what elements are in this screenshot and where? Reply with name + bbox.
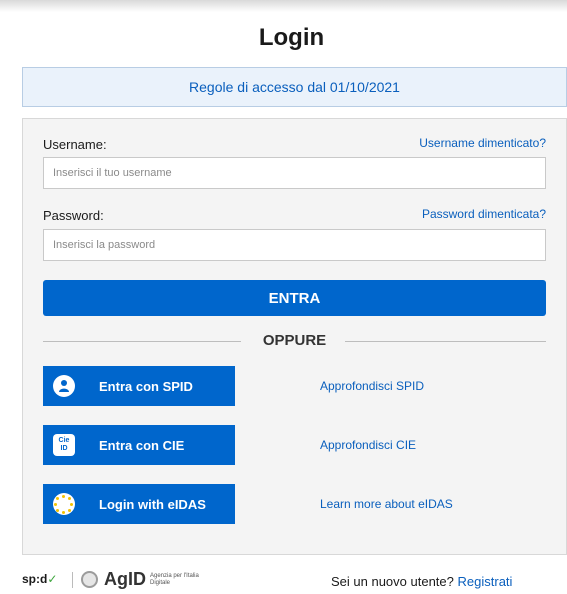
username-input[interactable] bbox=[43, 157, 546, 189]
spid-info-link[interactable]: Approfondisci SPID bbox=[320, 379, 424, 393]
spid-login-label: Entra con SPID bbox=[99, 378, 193, 394]
username-label: Username: bbox=[43, 137, 107, 152]
spid-logo-text: sp:d bbox=[22, 572, 48, 586]
login-submit-button[interactable]: ENTRA bbox=[43, 280, 546, 316]
logo-separator bbox=[72, 572, 73, 588]
password-label: Password: bbox=[43, 208, 104, 223]
or-line-right bbox=[345, 341, 546, 342]
agid-emblem-icon bbox=[81, 571, 98, 588]
eidas-login-button[interactable]: Login with eIDAS bbox=[43, 484, 235, 524]
access-rules-notice[interactable]: Regole di accesso dal 01/10/2021 bbox=[22, 67, 567, 107]
spid-login-button[interactable]: Entra con SPID bbox=[43, 366, 235, 406]
username-forgot-link[interactable]: Username dimenticato? bbox=[419, 136, 546, 150]
password-input[interactable] bbox=[43, 229, 546, 261]
agid-logo: AgID bbox=[104, 569, 146, 589]
password-forgot-link[interactable]: Password dimenticata? bbox=[422, 207, 546, 221]
new-user-prompt: Sei un nuovo utente? Registrati bbox=[331, 574, 512, 589]
footer: sp:d✓ AgID Agenzia per l'Italia Digitale… bbox=[0, 569, 567, 594]
login-page: Login Regole di accesso dal 01/10/2021 U… bbox=[0, 0, 567, 594]
eidas-icon bbox=[43, 484, 85, 524]
agid-subtitle: Agenzia per l'Italia Digitale bbox=[150, 573, 199, 586]
cie-icon: Cie ID bbox=[43, 425, 85, 465]
cie-login-button[interactable]: Cie ID Entra con CIE bbox=[43, 425, 235, 465]
new-user-text: Sei un nuovo utente? bbox=[331, 574, 454, 589]
access-rules-link[interactable]: Regole di accesso dal 01/10/2021 bbox=[189, 79, 400, 95]
or-divider: OPPURE bbox=[43, 331, 546, 351]
login-panel: Username: Username dimenticato? Password… bbox=[22, 118, 567, 555]
check-icon: ✓ bbox=[47, 572, 58, 586]
register-link[interactable]: Registrati bbox=[458, 574, 513, 589]
page-title: Login bbox=[258, 24, 325, 51]
eidas-login-label: Login with eIDAS bbox=[99, 496, 206, 512]
eidas-info-link[interactable]: Learn more about eIDAS bbox=[320, 497, 453, 511]
top-shadow bbox=[0, 0, 567, 12]
cie-login-label: Entra con CIE bbox=[99, 437, 185, 453]
cie-info-link[interactable]: Approfondisci CIE bbox=[320, 438, 416, 452]
spid-logo: sp:d✓ bbox=[22, 572, 57, 586]
spid-user-icon bbox=[43, 366, 85, 406]
